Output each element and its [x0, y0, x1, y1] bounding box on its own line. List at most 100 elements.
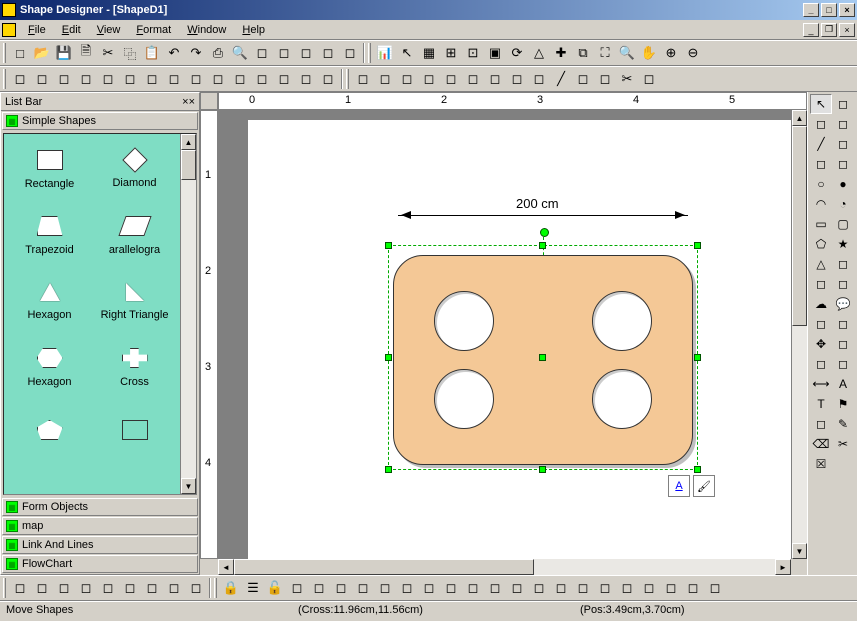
forward-button[interactable]: ◻ [572, 577, 594, 599]
scroll-thumb[interactable] [181, 150, 196, 180]
minimize-button[interactable]: _ [803, 3, 819, 17]
circle-tool[interactable]: ● [832, 174, 854, 194]
arc2-button[interactable]: ◻ [528, 68, 550, 90]
list-bar-close-icon[interactable]: ×× [182, 96, 195, 108]
flag-tool[interactable]: ⚑ [832, 394, 854, 414]
scroll-thumb[interactable] [234, 559, 534, 575]
c7-button[interactable]: ◻ [484, 68, 506, 90]
m6-button[interactable]: ◻ [119, 577, 141, 599]
category-flowchart[interactable]: ▦FlowChart [2, 555, 198, 573]
a3-button[interactable]: ◻ [75, 68, 97, 90]
selected-shape[interactable] [393, 255, 693, 465]
maximize-button[interactable]: □ [821, 3, 837, 17]
measure-tool[interactable]: ⟷ [810, 374, 832, 394]
x-box-tool[interactable]: ☒ [810, 454, 832, 474]
g4-button[interactable]: ◻ [682, 577, 704, 599]
m2-button[interactable]: ◻ [31, 577, 53, 599]
scroll-left-button[interactable]: ◄ [218, 559, 234, 575]
lock-button[interactable]: 🔒 [220, 577, 242, 599]
c5-button[interactable]: ◻ [440, 68, 462, 90]
bez-button[interactable]: ◻ [572, 68, 594, 90]
pan-button[interactable]: ✋ [638, 42, 660, 64]
menu-file[interactable]: File [20, 22, 54, 38]
saveall-button[interactable]: 🗎 [75, 42, 97, 64]
ungroup-button[interactable]: ◻ [339, 42, 361, 64]
align-l-button[interactable]: ◻ [286, 577, 308, 599]
drawing-page[interactable]: 200 cm [248, 120, 791, 559]
toolbar-grip[interactable] [214, 578, 217, 598]
palette-shape-cube[interactable] [92, 401, 177, 467]
pointer-tool[interactable]: ↖ [810, 94, 832, 114]
select-button[interactable]: ↖ [396, 42, 418, 64]
cross-button[interactable]: ✚ [550, 42, 572, 64]
scroll-thumb[interactable] [792, 126, 807, 326]
new-button[interactable]: □ [9, 42, 31, 64]
lasso-tool[interactable]: ◻ [832, 94, 854, 114]
rotation-handle[interactable] [540, 228, 549, 237]
chart-button[interactable]: 📊 [374, 42, 396, 64]
text-t-tool[interactable]: T [810, 394, 832, 414]
same-button[interactable]: ◻ [506, 577, 528, 599]
m3-button[interactable]: ◻ [53, 577, 75, 599]
menu-help[interactable]: Help [234, 22, 273, 38]
palette-shape-rtri[interactable]: Right Triangle [92, 269, 177, 335]
cloud-tool[interactable]: ☁ [810, 294, 832, 314]
dist-h-button[interactable]: ◻ [418, 577, 440, 599]
palette-scrollbar[interactable]: ▲ ▼ [180, 134, 196, 494]
front-button[interactable]: ◻ [528, 577, 550, 599]
category-map[interactable]: ▦map [2, 517, 198, 535]
align-c-button[interactable]: ◻ [308, 577, 330, 599]
back-button[interactable]: ◻ [550, 577, 572, 599]
palette-shape-hex[interactable]: Hexagon [7, 335, 92, 401]
fill-tool[interactable]: ◻ [832, 314, 854, 334]
m7-button[interactable]: ◻ [141, 577, 163, 599]
fill-annotation-button[interactable]: 🖌 [693, 475, 715, 497]
m4-button[interactable]: ◻ [75, 577, 97, 599]
menu-edit[interactable]: Edit [54, 22, 89, 38]
toolbar-grip[interactable] [346, 69, 349, 89]
palette-shape-trap[interactable]: Trapezoid [7, 203, 92, 269]
shear-tool[interactable]: ◻ [832, 354, 854, 374]
a7-button[interactable]: ◻ [163, 68, 185, 90]
grid2-button[interactable]: ⊞ [440, 42, 462, 64]
canvas-h-scrollbar[interactable]: ◄ ► [200, 559, 807, 575]
menu-format[interactable]: Format [128, 22, 179, 38]
unlock-button[interactable]: 🔓 [264, 577, 286, 599]
a10-button[interactable]: ◻ [229, 68, 251, 90]
multi-tool[interactable]: ◻ [810, 414, 832, 434]
paint-button[interactable]: ◻ [638, 68, 660, 90]
scroll-down-button[interactable]: ▼ [181, 478, 196, 494]
c4-button[interactable]: ◻ [418, 68, 440, 90]
curve-button[interactable]: ◻ [594, 68, 616, 90]
same-w-button[interactable]: ◻ [462, 577, 484, 599]
open-button[interactable]: 📂 [31, 42, 53, 64]
cursor-add-tool[interactable]: ◻ [810, 114, 832, 134]
copy-button[interactable]: ⿻ [119, 42, 141, 64]
rect-tool[interactable]: ▭ [810, 214, 832, 234]
same-h-button[interactable]: ◻ [484, 577, 506, 599]
bezier-tool[interactable]: ◻ [810, 274, 832, 294]
resize-handle-w[interactable] [385, 354, 392, 361]
toolbar-grip[interactable] [3, 578, 6, 598]
toolbar-grip[interactable] [368, 43, 371, 63]
mdi-minimize-button[interactable]: _ [803, 23, 819, 37]
backward-button[interactable]: ◻ [594, 577, 616, 599]
a5-button[interactable]: ◻ [119, 68, 141, 90]
menu-window[interactable]: Window [179, 22, 234, 38]
scroll-track[interactable] [534, 559, 775, 575]
align-b-button[interactable]: ◻ [396, 577, 418, 599]
scroll-up-button[interactable]: ▲ [792, 110, 807, 126]
palette-shape-diamond[interactable]: Diamond [92, 137, 177, 203]
palette-shape-pent[interactable] [7, 401, 92, 467]
m5-button[interactable]: ◻ [97, 577, 119, 599]
grid-button[interactable]: ▦ [418, 42, 440, 64]
vertical-ruler[interactable]: 1234 [200, 110, 218, 559]
m1-button[interactable]: ◻ [9, 577, 31, 599]
close-button[interactable]: × [839, 3, 855, 17]
scroll-down-button[interactable]: ▼ [792, 543, 807, 559]
text-annotation-button[interactable]: A [668, 475, 690, 497]
dimension-line[interactable] [398, 215, 688, 216]
rotate-button[interactable]: ⟳ [506, 42, 528, 64]
cursor-curve-tool[interactable]: ◻ [832, 114, 854, 134]
erase-tool[interactable]: ⌫ [810, 434, 832, 454]
